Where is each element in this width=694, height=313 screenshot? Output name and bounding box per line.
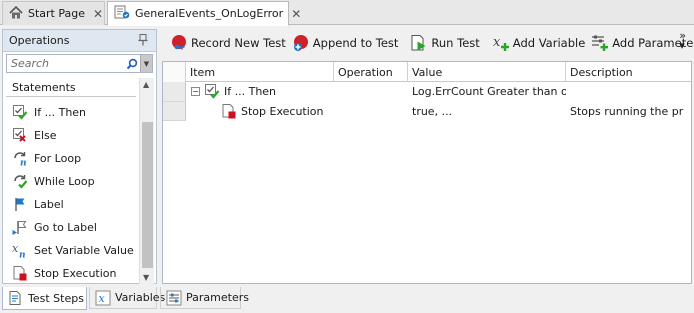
column-header-description[interactable]: Description	[566, 62, 691, 82]
column-header-value[interactable]: Value	[408, 62, 566, 82]
test-toolbar: Record New Test Append to Test Run Test …	[162, 28, 694, 58]
tab-start-page[interactable]: Start Page ✕	[2, 1, 105, 25]
check-ok-icon	[204, 83, 220, 99]
tab-label: Test Steps	[28, 291, 84, 305]
statement-label: Go to Label	[34, 220, 97, 234]
svg-text:x: x	[12, 242, 19, 255]
statement-label: Stop Execution	[34, 266, 117, 280]
pin-icon[interactable]	[136, 33, 150, 50]
append-to-test-button[interactable]: Append to Test	[292, 32, 399, 54]
statement-else[interactable]: Else	[11, 124, 57, 146]
add-parameter-icon	[591, 34, 609, 52]
close-icon[interactable]: ✕	[291, 7, 301, 21]
overflow-label: »	[679, 29, 686, 42]
run-icon	[410, 34, 428, 52]
test-icon	[114, 5, 130, 22]
svg-text:n: n	[20, 159, 27, 167]
grid-corner	[163, 62, 186, 82]
run-test-button[interactable]: Run Test	[410, 32, 480, 54]
button-label: Run Test	[431, 36, 480, 50]
button-label: Record New Test	[191, 36, 286, 50]
row-header[interactable]	[163, 102, 186, 121]
statement-label[interactable]: Label	[11, 193, 64, 215]
statement-stop-execution[interactable]: Stop Execution	[11, 262, 116, 284]
search-box[interactable]: Search ▼	[6, 54, 153, 73]
svg-text:x: x	[99, 292, 106, 305]
cell-description[interactable]: Stops running the pr	[570, 101, 690, 121]
scroll-down-icon[interactable]: ▼	[143, 273, 149, 282]
record-new-test-button[interactable]: Record New Test	[170, 32, 286, 54]
operations-panel: Operations Search ▼ Statements If ... Th…	[2, 29, 157, 284]
parameters-icon	[166, 290, 182, 306]
cell-item: Stop Execution	[241, 104, 324, 118]
cell-operation[interactable]	[338, 101, 408, 121]
column-header-item[interactable]: Item	[186, 62, 334, 82]
bottom-tab-bar: Test Steps x Variables Parameters	[0, 287, 694, 313]
check-x-icon	[11, 126, 29, 144]
home-icon	[9, 5, 23, 22]
scroll-up-icon[interactable]: ▲	[143, 80, 149, 89]
toolbar-overflow-button[interactable]: » ▾	[679, 29, 686, 51]
cell-value[interactable]: true, ...	[412, 101, 566, 121]
tab-variables[interactable]: x Variables	[89, 287, 165, 309]
tab-label: Parameters	[186, 291, 249, 304]
svg-text:x: x	[493, 35, 501, 50]
grid-header: Item Operation Value Description	[163, 62, 691, 82]
variables-icon: x	[95, 290, 111, 306]
statement-label: While Loop	[34, 174, 95, 188]
statement-label: For Loop	[34, 151, 82, 165]
record-icon	[170, 34, 188, 52]
add-variable-icon: x	[492, 34, 510, 52]
cell-item: If ... Then	[224, 84, 277, 98]
svg-text:n: n	[19, 251, 26, 259]
test-steps-grid: Item Operation Value Description − If ..…	[162, 61, 692, 284]
set-variable-icon: xn	[11, 241, 29, 259]
button-label: Append to Test	[312, 36, 399, 50]
cell-value[interactable]: Log.ErrCount Greater than or...	[412, 81, 566, 101]
search-input[interactable]: Search	[7, 57, 123, 70]
statement-label: If ... Then	[34, 105, 87, 119]
scrollbar-thumb[interactable]	[142, 122, 153, 268]
while-loop-icon	[11, 172, 29, 190]
operations-panel-header: Operations	[3, 30, 156, 52]
panel-title: Operations	[9, 34, 70, 47]
append-record-icon	[292, 34, 310, 52]
add-variable-button[interactable]: x Add Variable	[492, 32, 585, 54]
for-loop-icon: n	[11, 149, 29, 167]
statement-set-variable-value[interactable]: xn Set Variable Value	[11, 239, 134, 261]
test-steps-icon	[8, 290, 24, 306]
table-row[interactable]: Stop Execution	[221, 101, 334, 121]
statement-while-loop[interactable]: While Loop	[11, 170, 95, 192]
tab-parameters[interactable]: Parameters	[160, 287, 249, 309]
tab-test-steps[interactable]: Test Steps	[2, 287, 87, 310]
statement-label: Else	[34, 128, 57, 142]
statement-if-then[interactable]: If ... Then	[11, 101, 86, 123]
stop-execution-icon	[11, 264, 29, 282]
statement-for-loop[interactable]: n For Loop	[11, 147, 81, 169]
statements-section-header: Statements	[6, 78, 136, 97]
check-ok-icon	[11, 103, 29, 121]
close-icon[interactable]: ✕	[93, 7, 103, 21]
chevron-down-icon[interactable]: ▼	[140, 55, 152, 72]
cell-description[interactable]	[570, 81, 690, 101]
row-header[interactable]	[163, 82, 186, 102]
document-tab-bar: Start Page ✕ GeneralEvents_OnLogError ✕	[0, 0, 694, 26]
table-row[interactable]: − If ... Then	[191, 81, 335, 101]
statement-label: Set Variable Value	[34, 243, 134, 257]
collapse-icon[interactable]: −	[191, 86, 200, 96]
statement-go-to-label[interactable]: Go to Label	[11, 216, 97, 238]
stop-execution-icon	[221, 103, 237, 119]
column-header-operation[interactable]: Operation	[334, 62, 408, 82]
cell-operation[interactable]	[338, 81, 408, 101]
search-icon[interactable]	[123, 55, 140, 72]
tab-generalevents-onlogerror[interactable]: GeneralEvents_OnLogError ✕	[107, 1, 301, 26]
tab-label: Variables	[115, 291, 166, 304]
flag-icon	[11, 195, 29, 213]
goto-flag-icon	[11, 218, 29, 236]
statements-scrollbar[interactable]: ▲ ▼	[139, 78, 154, 284]
tab-label: GeneralEvents_OnLogError	[135, 7, 284, 20]
button-label: Add Variable	[512, 36, 586, 50]
statement-label: Label	[34, 197, 64, 211]
tab-label: Start Page	[28, 7, 85, 20]
